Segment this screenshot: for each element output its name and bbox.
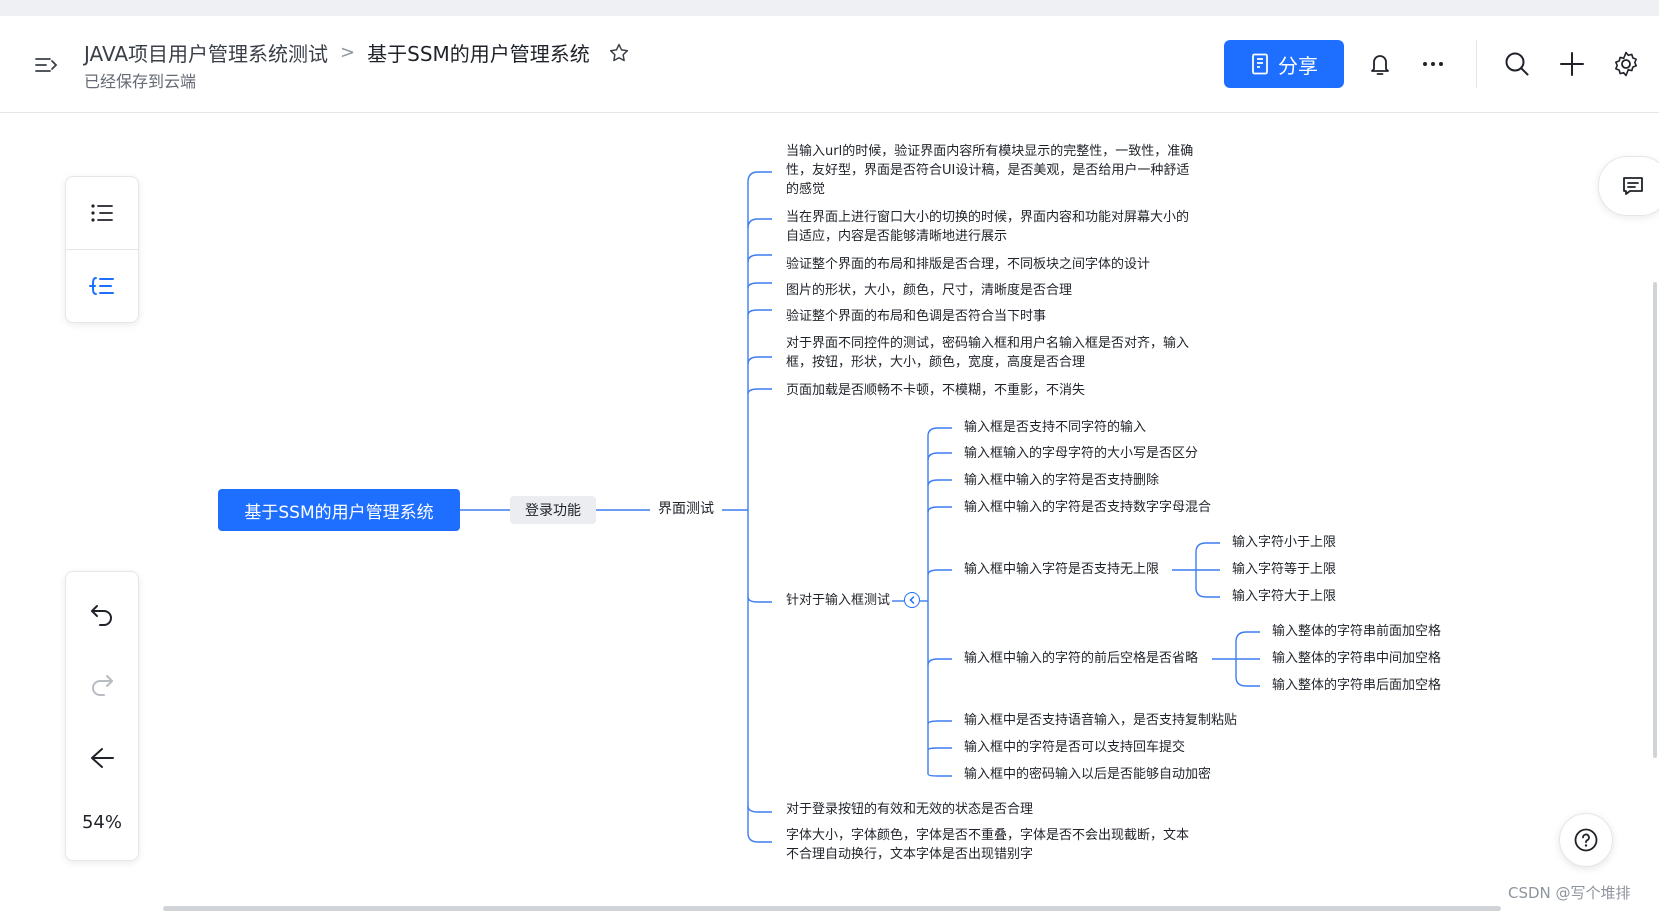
watermark: CSDN @写个堆排 (1508, 884, 1631, 902)
mindmap-limit-test-item[interactable]: 输入字符大于上限 (1232, 587, 1336, 606)
mindmap-node-ui-test[interactable]: 界面测试 (658, 500, 714, 519)
chevron-left-icon (909, 596, 915, 604)
vertical-scrollbar[interactable] (1653, 282, 1657, 758)
mindmap-input-test-item[interactable]: 输入框输入的字母字符的大小写是否区分 (964, 444, 1198, 463)
mindmap-item[interactable]: 图片的形状，大小，颜色，尺寸，清晰度是否合理 (786, 281, 1072, 300)
mindmap-item[interactable]: 当在界面上进行窗口大小的切换的时候，界面内容和功能对屏幕大小的自适应，内容是否能… (786, 208, 1198, 246)
mindmap-space-test-item[interactable]: 输入整体的字符串中间加空格 (1272, 649, 1441, 668)
mindmap-limit-test-item[interactable]: 输入字符等于上限 (1232, 560, 1336, 579)
mindmap-item[interactable]: 当输入url的时候，验证界面内容所有模块显示的完整性，一致性，准确性，友好型，界… (786, 142, 1198, 199)
mindmap-root-node[interactable]: 基于SSM的用户管理系统 (218, 489, 460, 531)
horizontal-scrollbar[interactable] (163, 906, 1501, 911)
mindmap-item[interactable]: 对于登录按钮的有效和无效的状态是否合理 (786, 800, 1033, 819)
mindmap-connectors (460, 171, 1260, 843)
mindmap-input-test-item[interactable]: 输入框中输入字符是否支持无上限 (964, 560, 1159, 579)
mindmap-space-test-item[interactable]: 输入整体的字符串后面加空格 (1272, 676, 1441, 695)
mindmap-input-test-item[interactable]: 输入框中输入的字符是否支持删除 (964, 471, 1159, 490)
mindmap-space-test-item[interactable]: 输入整体的字符串前面加空格 (1272, 622, 1441, 641)
mindmap-input-test-item[interactable]: 输入框中的字符是否可以支持回车提交 (964, 738, 1185, 757)
mindmap-item[interactable]: 页面加载是否顺畅不卡顿，不模糊，不重影，不消失 (786, 381, 1085, 400)
mindmap-input-test-item[interactable]: 输入框中是否支持语音输入，是否支持复制粘贴 (964, 711, 1237, 730)
mindmap-item[interactable]: 字体大小，字体颜色，字体是否不重叠，字体是否不会出现截断，文本不合理自动换行，文… (786, 826, 1198, 864)
mindmap-item[interactable]: 对于界面不同控件的测试，密码输入框和用户名输入框是否对齐，输入框，按钮，形状，大… (786, 334, 1198, 372)
mindmap-input-test-item[interactable]: 输入框中输入的字符的前后空格是否省略 (964, 649, 1198, 668)
mindmap-input-test-item[interactable]: 输入框中的密码输入以后是否能够自动加密 (964, 765, 1211, 784)
mindmap-limit-test-item[interactable]: 输入字符小于上限 (1232, 533, 1336, 552)
collapse-toggle-button[interactable] (904, 592, 920, 608)
mindmap-item[interactable]: 验证整个界面的布局和色调是否符合当下时事 (786, 307, 1046, 326)
mindmap-input-test-item[interactable]: 输入框是否支持不同字符的输入 (964, 418, 1146, 437)
mindmap-item[interactable]: 验证整个界面的布局和排版是否合理，不同板块之间字体的设计 (786, 255, 1150, 274)
mindmap-node-input-box[interactable]: 针对于输入框测试 (786, 591, 890, 610)
mindmap-node-login[interactable]: 登录功能 (510, 496, 596, 524)
mindmap-input-test-item[interactable]: 输入框中输入的字符是否支持数字字母混合 (964, 498, 1211, 517)
